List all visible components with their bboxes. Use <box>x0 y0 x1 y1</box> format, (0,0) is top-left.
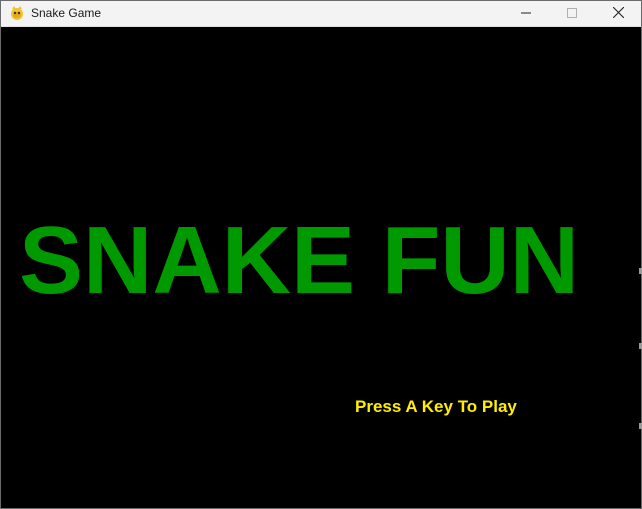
game-title: SNAKE FUN <box>19 207 580 314</box>
start-prompt: Press A Key To Play <box>355 397 517 416</box>
title-bar[interactable]: Snake Game <box>1 1 641 27</box>
minimize-icon <box>521 5 531 23</box>
minimize-button[interactable] <box>503 1 549 26</box>
maximize-icon <box>567 5 577 23</box>
close-button[interactable] <box>595 1 641 26</box>
window-title: Snake Game <box>31 6 102 20</box>
close-icon <box>612 5 624 23</box>
game-window: Snake Game SNAKE FUN Press A Key To Play <box>0 0 642 509</box>
snake-app-icon <box>9 5 25 21</box>
maximize-button[interactable] <box>549 1 595 26</box>
game-canvas[interactable]: SNAKE FUN Press A Key To Play <box>1 27 641 508</box>
